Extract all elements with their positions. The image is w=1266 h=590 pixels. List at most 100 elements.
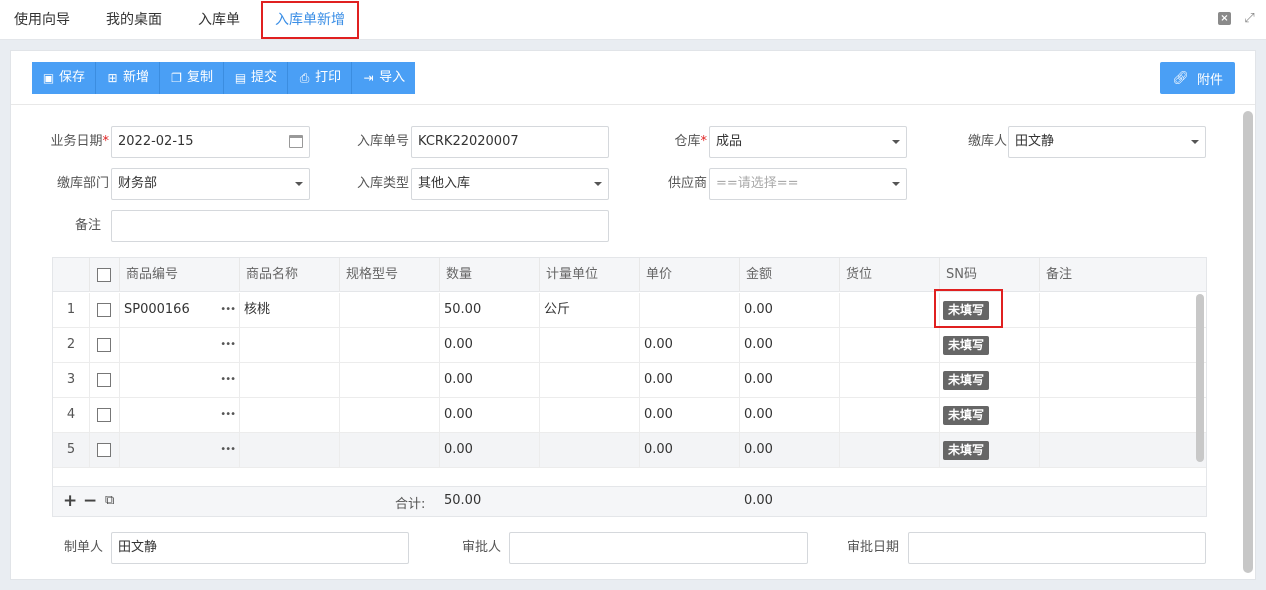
cell-qty[interactable]: 0.00 <box>440 398 540 433</box>
row-checkbox-cell[interactable] <box>90 433 120 468</box>
copy-button[interactable]: ❐ 复制 <box>160 62 225 94</box>
cell-loc[interactable] <box>840 398 940 433</box>
cell-loc[interactable] <box>840 328 940 363</box>
cell-remark[interactable] <box>1040 433 1206 468</box>
cell-amount[interactable]: 0.00 <box>740 363 840 398</box>
cell-name[interactable] <box>240 328 340 363</box>
cell-amount[interactable]: 0.00 <box>740 398 840 433</box>
row-checkbox-cell[interactable] <box>90 293 120 328</box>
cell-amount[interactable]: 0.00 <box>740 433 840 468</box>
cell-price[interactable]: 0.00 <box>640 328 740 363</box>
sn-status-badge[interactable]: 未填写 <box>943 336 990 355</box>
dept-select[interactable]: 财务部 <box>111 168 310 200</box>
sn-status-badge[interactable]: 未填写 <box>943 441 990 460</box>
cell-loc[interactable] <box>840 363 940 398</box>
biz-date-field[interactable]: 2022-02-15 <box>111 126 310 158</box>
approver-field[interactable] <box>509 532 808 564</box>
cell-remark[interactable] <box>1040 293 1206 328</box>
cell-spec[interactable] <box>340 433 440 468</box>
cell-code[interactable]: ••• <box>120 433 240 468</box>
col-price[interactable]: 单价 <box>640 258 740 292</box>
sn-status-badge[interactable]: 未填写 <box>943 406 990 425</box>
cell-sn[interactable]: 未填写 <box>940 328 1040 363</box>
table-row[interactable]: 2 ••• 0.00 0.00 0.00 未填写 <box>53 328 1206 363</box>
sn-status-badge[interactable]: 未填写 <box>943 371 990 390</box>
cell-qty[interactable]: 0.00 <box>440 363 540 398</box>
col-name[interactable]: 商品名称 <box>240 258 340 292</box>
row-checkbox-cell[interactable] <box>90 363 120 398</box>
row-checkbox[interactable] <box>97 408 111 422</box>
cell-price[interactable]: 0.00 <box>640 433 740 468</box>
cell-unit[interactable] <box>540 433 640 468</box>
cell-code[interactable]: SP000166 ••• <box>120 293 240 328</box>
row-checkbox[interactable] <box>97 443 111 457</box>
type-select[interactable]: 其他入库 <box>411 168 609 200</box>
cell-name[interactable]: 核桃 <box>240 293 340 328</box>
add-row-icon[interactable]: + <box>63 491 77 511</box>
select-all-checkbox[interactable] <box>97 268 111 282</box>
cell-code[interactable]: ••• <box>120 398 240 433</box>
submit-button[interactable]: ▤ 提交 <box>224 62 289 94</box>
fullscreen-icon[interactable]: ⤢ <box>1243 12 1256 25</box>
tab-stock-in-new[interactable]: 入库单新增 <box>261 1 359 39</box>
col-qty[interactable]: 数量 <box>440 258 540 292</box>
save-button[interactable]: ▣ 保存 <box>32 62 97 94</box>
cell-loc[interactable] <box>840 433 940 468</box>
col-amount[interactable]: 金额 <box>740 258 840 292</box>
col-location[interactable]: 货位 <box>840 258 940 292</box>
more-icon[interactable]: ••• <box>220 363 236 397</box>
cell-code[interactable]: ••• <box>120 363 240 398</box>
tab-guide[interactable]: 使用向导 <box>14 0 70 40</box>
cell-spec[interactable] <box>340 328 440 363</box>
cell-price[interactable]: 0.00 <box>640 398 740 433</box>
tab-desktop[interactable]: 我的桌面 <box>106 0 162 40</box>
cell-name[interactable] <box>240 433 340 468</box>
row-checkbox[interactable] <box>97 338 111 352</box>
row-checkbox[interactable] <box>97 373 111 387</box>
tab-stock-in-list[interactable]: 入库单 <box>198 0 240 40</box>
cell-spec[interactable] <box>340 363 440 398</box>
cell-qty[interactable]: 0.00 <box>440 433 540 468</box>
table-row[interactable]: 5 ••• 0.00 0.00 0.00 未填写 <box>53 433 1206 468</box>
warehouse-select[interactable]: 成品 <box>709 126 907 158</box>
cell-unit[interactable]: 公斤 <box>540 293 640 328</box>
row-checkbox-cell[interactable] <box>90 398 120 433</box>
cell-qty[interactable]: 0.00 <box>440 328 540 363</box>
col-spec[interactable]: 规格型号 <box>340 258 440 292</box>
page-scrollbar[interactable] <box>1243 111 1253 573</box>
cell-remark[interactable] <box>1040 398 1206 433</box>
col-code[interactable]: 商品编号 <box>120 258 240 292</box>
cell-code[interactable]: ••• <box>120 328 240 363</box>
add-button[interactable]: ⊞ 新增 <box>96 62 161 94</box>
close-tab-icon[interactable]: × <box>1218 12 1231 25</box>
cell-unit[interactable] <box>540 398 640 433</box>
cell-sn[interactable]: 未填写 <box>940 398 1040 433</box>
cell-sn[interactable]: 未填写 <box>940 433 1040 468</box>
order-no-field[interactable]: KCRK22020007 <box>411 126 609 158</box>
cell-remark[interactable] <box>1040 363 1206 398</box>
cell-remark[interactable] <box>1040 328 1206 363</box>
cell-spec[interactable] <box>340 293 440 328</box>
grid-scrollbar[interactable] <box>1196 294 1204 462</box>
cell-sn[interactable]: 未填写 <box>940 363 1040 398</box>
remark-field[interactable] <box>111 210 609 242</box>
cell-qty[interactable]: 50.00 <box>440 293 540 328</box>
col-remark[interactable]: 备注 <box>1040 258 1206 292</box>
more-icon[interactable]: ••• <box>220 398 236 432</box>
row-checkbox[interactable] <box>97 303 111 317</box>
cell-unit[interactable] <box>540 328 640 363</box>
row-checkbox-cell[interactable] <box>90 328 120 363</box>
cell-name[interactable] <box>240 363 340 398</box>
cell-price[interactable]: 0.00 <box>640 363 740 398</box>
more-icon[interactable]: ••• <box>220 328 236 362</box>
table-row[interactable]: 1 SP000166 ••• 核桃 50.00 公斤 0.00 未填写 <box>53 293 1206 328</box>
cell-spec[interactable] <box>340 398 440 433</box>
cell-amount[interactable]: 0.00 <box>740 293 840 328</box>
table-row[interactable]: 3 ••• 0.00 0.00 0.00 未填写 <box>53 363 1206 398</box>
remove-row-icon[interactable]: − <box>83 491 97 511</box>
col-sn[interactable]: SN码 <box>940 258 1040 292</box>
cell-price[interactable] <box>640 293 740 328</box>
print-button[interactable]: ⎙ 打印 <box>288 62 353 94</box>
more-icon[interactable]: ••• <box>220 433 236 467</box>
approve-date-field[interactable] <box>908 532 1206 564</box>
